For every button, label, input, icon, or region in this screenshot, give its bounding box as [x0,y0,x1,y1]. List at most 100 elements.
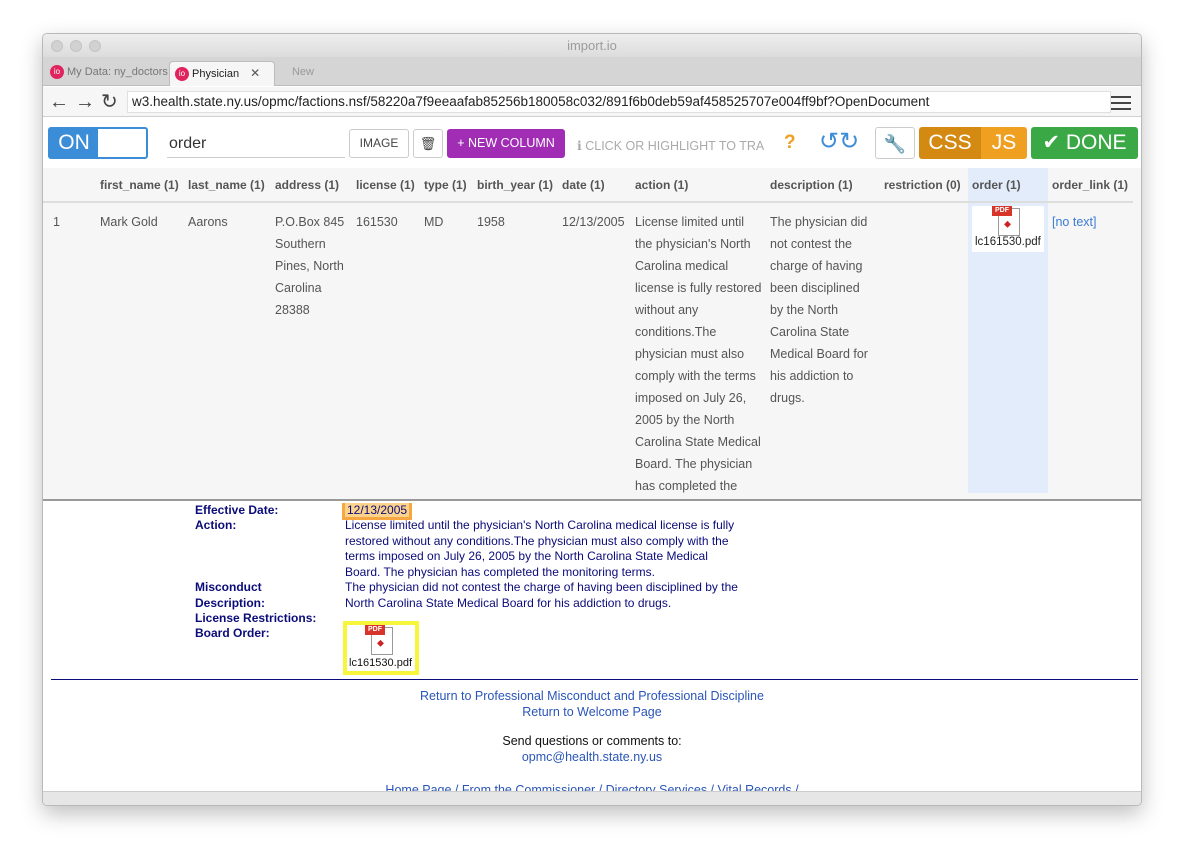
column-header-date[interactable]: date (1) [562,178,605,192]
column-header-type[interactable]: type (1) [424,178,467,192]
board-order-pdf-link[interactable]: PDF ⬥ lc161530.pdf [343,621,419,675]
description-line: The physician did [770,215,868,229]
tab-physician[interactable]: io Physician ✕ [169,61,275,86]
link-misconduct[interactable]: Return to Professional Misconduct and Pr… [43,689,1141,703]
action-text-line: restored without any conditions.The phys… [345,533,729,548]
browser-window: import.io io My Data: ny_doctors io Physic… [42,33,1142,806]
license-restrictions-label: License Restrictions: [195,611,317,625]
cell-address[interactable]: P.O.Box 845 Southern Pines, North Caroli… [275,211,344,321]
action-line: Carolina State Medical [635,435,761,449]
action-line: comply with the terms [635,369,756,383]
close-window-icon[interactable] [51,40,63,52]
close-tab-icon[interactable]: ✕ [250,66,260,80]
footer-link-directory[interactable]: Directory Services [606,783,707,791]
hamburger-menu-icon[interactable] [1111,96,1131,114]
column-header-order-link[interactable]: order_link (1) [1052,178,1128,192]
action-value: License limited until the physician's No… [345,518,734,580]
tab-label: Physician [192,68,240,80]
action-label: Action: [195,518,237,532]
trash-icon[interactable]: 🗑 [413,129,443,158]
misconduct-text-line: North Carolina State Medical Board for h… [345,595,672,610]
horizontal-rule [51,679,1138,680]
link-welcome[interactable]: Return to Welcome Page [43,705,1141,719]
adobe-logo-icon: ⬥ [1004,219,1011,230]
board-order-file-name: lc161530.pdf [349,657,412,669]
action-line: physician must also [635,347,745,361]
maximize-window-icon[interactable] [89,40,101,52]
cell-license[interactable]: 161530 [356,211,398,233]
effective-date-value[interactable]: 12/13/2005 [341,503,413,520]
cell-description[interactable]: The physician did not contest the charge… [770,211,868,409]
column-header-last-name[interactable]: last_name (1) [188,178,265,192]
column-header-license[interactable]: license (1) [356,178,415,192]
cell-order-link[interactable]: [no text] [1052,211,1096,233]
cell-order[interactable]: PDF ⬥ lc161530.pdf [972,206,1044,252]
column-header-action[interactable]: action (1) [635,178,688,192]
help-button[interactable]: ? [784,132,796,154]
cell-type[interactable]: MD [424,211,443,233]
description-line: Medical Board for [770,347,868,361]
tab-label: New [291,66,314,78]
cell-birth-year[interactable]: 1958 [477,211,505,233]
action-line: 2005 by the North [635,413,735,427]
tab-label: My Data: ny_doctors [67,66,168,78]
status-bar [43,791,1141,805]
wrench-icon[interactable]: 🔧 [875,127,915,159]
misconduct-label-line: Description: [195,595,266,610]
hint-text: CLICK OR HIGHLIGHT TO TRA [585,139,765,153]
column-header-description[interactable]: description (1) [770,178,853,192]
new-column-button[interactable]: + NEW COLUMN [447,129,565,158]
column-header-restriction[interactable]: restriction (0) [884,178,961,192]
url-field[interactable]: w3.health.state.ny.us/opmc/factions.nsf/… [127,91,1111,113]
row-index: 1 [53,215,60,229]
email-link[interactable]: opmc@health.state.ny.us [43,750,1141,764]
highlight-hint: ℹ CLICK OR HIGHLIGHT TO TRA [577,138,764,153]
action-line: Carolina medical [635,259,729,273]
column-header-order[interactable]: order (1) [972,178,1021,192]
pdf-badge: PDF [992,206,1012,216]
address-line: 28388 [275,303,310,317]
tab-bar: io My Data: ny_doctors io Physician ✕ New [43,57,1141,86]
board-order-label: Board Order: [195,626,270,640]
image-button[interactable]: IMAGE [349,129,409,158]
cell-first-name[interactable]: Mark Gold [100,211,158,233]
action-text-line: terms imposed on July 26, 2005 by the No… [345,549,708,563]
cell-last-name[interactable]: Aarons [188,211,228,233]
action-text-line: Board. The physician has completed the m… [345,564,655,579]
done-button[interactable]: ✔ DONE [1031,127,1138,159]
reload-icon[interactable]: ↻ [101,90,118,114]
back-arrow-icon[interactable]: ← [49,90,69,114]
footer-link-vital-records[interactable]: Vital Records [718,783,792,791]
redo-icon[interactable]: ↻ [839,128,859,155]
window-title: import.io [567,38,617,53]
cell-action[interactable]: License limited until the physician's No… [635,211,761,497]
css-button[interactable]: CSS [919,127,981,159]
misconduct-text-line: The physician did not contest the charge… [345,580,738,594]
cell-date[interactable]: 12/13/2005 [562,211,625,233]
js-button[interactable]: JS [981,127,1027,159]
title-bar: import.io [43,34,1141,57]
importio-icon: io [50,65,64,80]
tab-my-data[interactable]: io My Data: ny_doctors [45,61,169,86]
order-file-name: lc161530.pdf [975,236,1041,248]
minimize-window-icon[interactable] [70,40,82,52]
undo-icon[interactable]: ↺ [819,128,839,155]
checkmark-icon: ✔ [1042,131,1066,154]
misconduct-label-line: Misconduct [195,580,262,594]
tab-new[interactable]: New [277,61,329,86]
column-header-birth-year[interactable]: birth_year (1) [477,178,553,192]
column-header-address[interactable]: address (1) [275,178,339,192]
column-name-input[interactable] [167,130,345,158]
extraction-toggle[interactable]: ON [48,127,148,159]
extractor-toolbar: ON IMAGE 🗑 + NEW COLUMN ℹ CLICK OR HIGHL… [43,118,1141,168]
footer-link-commissioner[interactable]: From the Commissioner [462,783,595,791]
undo-redo-control[interactable]: ↺↻ [819,130,859,154]
footer-link-home[interactable]: Home Page [385,783,451,791]
column-header-first-name[interactable]: first_name (1) [100,178,179,192]
adobe-logo-icon: ⬥ [377,638,384,649]
header-divider [43,201,1133,203]
address-line: P.O.Box 845 [275,215,345,229]
importio-icon: io [175,67,189,82]
action-line: conditions.The [635,325,717,339]
forward-arrow-icon[interactable]: → [75,90,95,114]
